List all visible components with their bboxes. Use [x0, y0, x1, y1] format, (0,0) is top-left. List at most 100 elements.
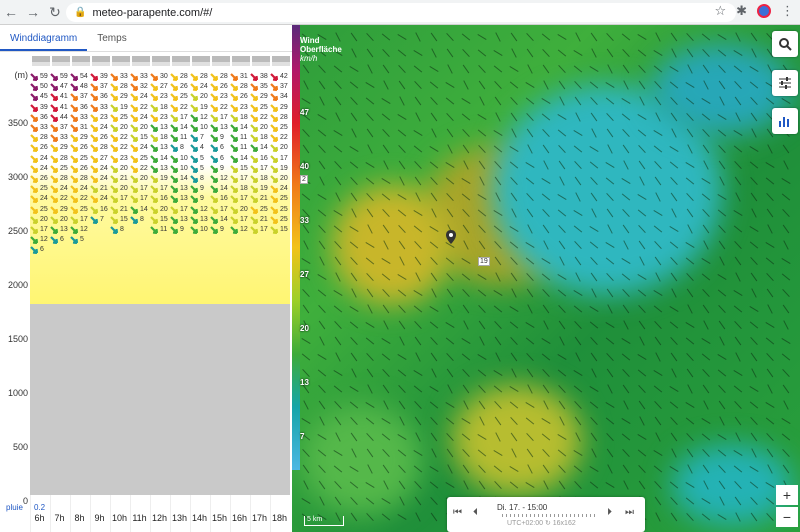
- map-wind-arrow: [733, 465, 743, 473]
- map-wind-arrow: [526, 113, 534, 121]
- map-wind-arrow: [414, 416, 422, 426]
- hour-label[interactable]: 6h: [30, 513, 49, 523]
- hour-label[interactable]: 14h: [190, 513, 209, 523]
- map-wind-arrow: [606, 288, 614, 298]
- map-wind-arrow: [398, 145, 406, 153]
- map-wind-arrow: [399, 336, 405, 346]
- map-wind-arrow: [477, 49, 487, 57]
- address-bar[interactable]: 🔒 meteo-parapente.com/#/: [66, 3, 736, 22]
- hour-label[interactable]: 13h: [170, 513, 189, 523]
- wind-speed-value: 22: [220, 103, 228, 111]
- hour-label[interactable]: 18h: [270, 513, 289, 523]
- wind-speed-value: 20: [140, 124, 148, 131]
- map-wind-arrow: [414, 401, 422, 409]
- search-icon[interactable]: [772, 31, 798, 57]
- back-icon[interactable]: ←: [0, 1, 22, 23]
- wind-cell: 25: [250, 104, 269, 114]
- map-wind-arrow: [397, 513, 407, 521]
- wind-arrow-icon: [30, 134, 38, 143]
- hour-label[interactable]: 7h: [50, 513, 69, 523]
- wind-cell: 14: [210, 216, 229, 226]
- wind-arrow-icon: [190, 134, 198, 143]
- menu-kebab-icon[interactable]: ⋮: [781, 3, 794, 19]
- wind-map[interactable]: 2 19 + −: [292, 25, 800, 532]
- road-label: 2: [300, 175, 308, 184]
- map-wind-arrow: [750, 417, 758, 425]
- hour-label[interactable]: 9h: [90, 513, 109, 523]
- map-wind-arrow: [733, 145, 743, 153]
- map-wind-arrow: [589, 401, 599, 409]
- skip-back-icon[interactable]: ⏮: [453, 507, 462, 518]
- map-wind-arrow: [383, 400, 389, 410]
- wind-speed-value: 7: [200, 134, 204, 142]
- map-wind-arrow: [382, 369, 390, 377]
- time-slider[interactable]: [502, 514, 597, 517]
- zoom-out-button[interactable]: −: [776, 507, 798, 527]
- map-wind-arrow: [669, 401, 679, 409]
- tab-temps[interactable]: Temps: [87, 29, 136, 51]
- wind-speed-value: 25: [180, 93, 188, 101]
- wind-cell: 15: [270, 226, 289, 236]
- map-wind-arrow: [526, 368, 534, 378]
- wind-speed-value: 12: [220, 175, 228, 182]
- extensions-icon[interactable]: ✱: [736, 3, 747, 19]
- forward-icon[interactable]: →: [22, 1, 44, 23]
- map-wind-arrow: [573, 65, 583, 73]
- hour-label[interactable]: 15h: [210, 513, 229, 523]
- map-wind-arrow: [557, 209, 567, 217]
- hour-label[interactable]: 12h: [150, 513, 169, 523]
- map-wind-arrow: [557, 33, 567, 41]
- wind-speed-value: 14: [140, 205, 148, 213]
- map-wind-arrow: [317, 193, 327, 201]
- wind-cell: 14: [210, 185, 229, 195]
- map-wind-arrow: [686, 33, 694, 41]
- wind-arrow-icon: [70, 216, 78, 224]
- profile-avatar[interactable]: [757, 4, 771, 18]
- map-wind-arrow: [701, 113, 711, 121]
- map-wind-arrow: [415, 512, 421, 522]
- tab-winddiagramm[interactable]: Winddiagramm: [0, 29, 88, 51]
- wind-cell: 20: [270, 175, 289, 185]
- map-wind-arrow: [574, 256, 582, 266]
- map-wind-arrow: [349, 145, 359, 153]
- hour-label[interactable]: 8h: [70, 513, 89, 523]
- wind-speed-value: 10: [180, 154, 188, 162]
- wind-cell: 37: [270, 83, 289, 93]
- wind-grid[interactable]: 59 50 45 39 36 33 28 26 24 24 26 25 24 25 20 17 12 6 59 47 4…: [30, 73, 290, 313]
- map-wind-arrow: [653, 225, 663, 233]
- map-wind-arrow: [558, 65, 566, 73]
- hour-label[interactable]: 10h: [110, 513, 129, 523]
- sliders-icon[interactable]: [772, 70, 798, 96]
- wind-speed-value: 25: [260, 103, 268, 111]
- bar-chart-icon[interactable]: [772, 108, 798, 134]
- map-wind-arrow: [559, 176, 565, 186]
- map-wind-arrow: [495, 32, 501, 42]
- map-wind-arrow: [606, 208, 614, 218]
- wind-arrow-icon: [190, 175, 198, 183]
- map-wind-arrow: [318, 480, 326, 490]
- map-wind-arrow: [430, 497, 438, 505]
- map-wind-arrow: [685, 241, 695, 249]
- map-wind-arrow: [511, 448, 517, 458]
- step-back-icon[interactable]: ⏴: [473, 507, 478, 518]
- skip-forward-icon[interactable]: ⏭: [625, 507, 634, 518]
- wind-arrow-icon: [210, 93, 218, 102]
- hour-label[interactable]: 17h: [250, 513, 269, 523]
- wind-speed-value: 25: [260, 205, 268, 213]
- zoom-in-button[interactable]: +: [776, 485, 798, 505]
- location-pin-icon[interactable]: [446, 230, 456, 244]
- step-forward-icon[interactable]: ⏵: [607, 507, 612, 518]
- map-wind-arrow: [702, 289, 710, 297]
- wind-speed-value: 14: [160, 154, 168, 162]
- hour-label[interactable]: 11h: [130, 513, 149, 523]
- wind-speed-value: 17: [40, 226, 48, 233]
- bookmark-star-icon[interactable]: ☆: [714, 3, 726, 19]
- time-meta: UTC+02:00 ↻ 16x162: [507, 519, 576, 527]
- wind-cell: 24: [30, 165, 49, 175]
- refresh-icon[interactable]: ↻: [545, 520, 553, 527]
- wind-cell: 17: [250, 165, 269, 175]
- hour-label[interactable]: 16h: [230, 513, 249, 523]
- map-wind-arrow: [415, 32, 421, 42]
- wind-arrow-icon: [70, 103, 78, 112]
- reload-icon[interactable]: ↻: [44, 1, 66, 23]
